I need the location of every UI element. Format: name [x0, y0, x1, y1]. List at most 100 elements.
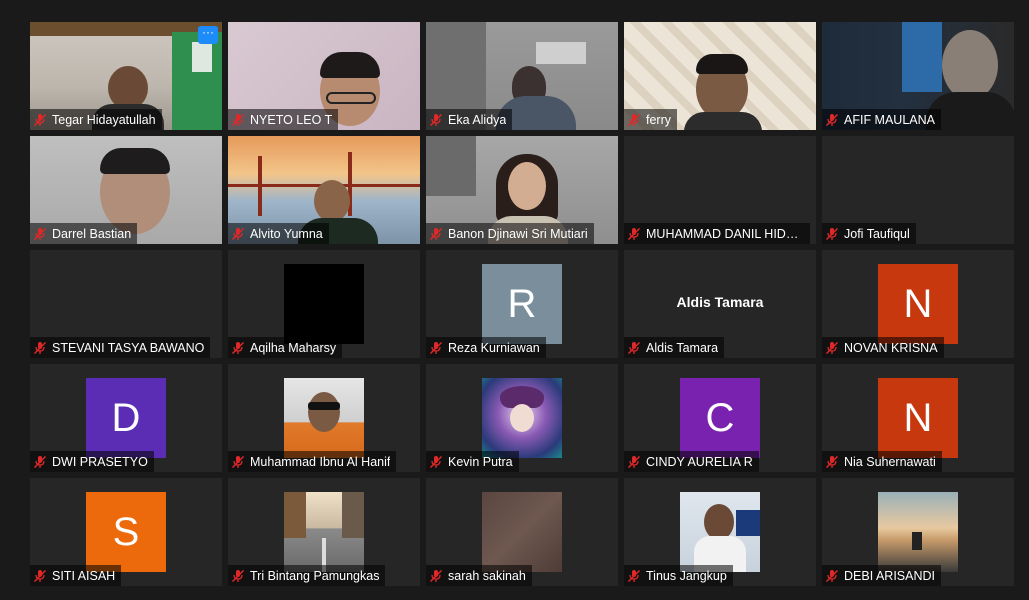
participant-tile[interactable]: Tinus Jangkup — [624, 478, 816, 586]
avatar-letter: N — [903, 281, 933, 326]
muted-mic-icon — [627, 455, 641, 468]
participant-name-bar: Eka Alidya — [426, 109, 513, 130]
participant-tile[interactable]: Aqilha Maharsy — [228, 250, 420, 358]
participant-tile[interactable]: Alvito Yumna — [228, 136, 420, 244]
participant-tile[interactable]: Tri Bintang Pamungkas — [228, 478, 420, 586]
muted-mic-icon — [231, 455, 245, 468]
participant-name-bar: MUHAMMAD DANIL HIDAY... — [624, 223, 810, 244]
participant-name-bar: sarah sakinah — [426, 565, 532, 586]
profile-picture — [284, 378, 364, 458]
participant-tile[interactable]: AFIF MAULANA — [822, 22, 1014, 130]
participant-name-bar: NYETO LEO T — [228, 109, 339, 130]
participant-name: NYETO LEO T — [250, 112, 333, 127]
avatar-letter: C — [705, 395, 735, 440]
participant-name-bar: ferry — [624, 109, 677, 130]
participant-name-bar: Tinus Jangkup — [624, 565, 733, 586]
participant-tile[interactable]: C CINDY AURELIA R — [624, 364, 816, 472]
participant-tile[interactable]: S SITI AISAH — [30, 478, 222, 586]
participant-name: DEBI ARISANDI — [844, 568, 935, 583]
muted-mic-icon — [429, 227, 443, 240]
participant-name: Nia Suhernawati — [844, 454, 936, 469]
participant-name: Eka Alidya — [448, 112, 507, 127]
muted-mic-icon — [231, 569, 245, 582]
participant-tile[interactable]: N NOVAN KRISNA — [822, 250, 1014, 358]
profile-picture — [284, 492, 364, 572]
muted-mic-icon — [231, 113, 245, 126]
muted-mic-icon — [627, 227, 641, 240]
ellipsis-icon: ··· — [202, 25, 214, 39]
participant-name-bar: Jofi Taufiqul — [822, 223, 916, 244]
participant-tile[interactable]: Aldis Tamara Aldis Tamara — [624, 250, 816, 358]
muted-mic-icon — [33, 113, 47, 126]
participant-name: Aqilha Maharsy — [250, 340, 337, 355]
participant-tile[interactable]: DEBI ARISANDI — [822, 478, 1014, 586]
participant-name: Aldis Tamara — [646, 340, 719, 355]
participant-tile[interactable]: Muhammad Ibnu Al Hanif — [228, 364, 420, 472]
participant-tile[interactable]: MUHAMMAD DANIL HIDAY... — [624, 136, 816, 244]
participant-name-bar: STEVANI TASYA BAWANO — [30, 337, 211, 358]
profile-picture — [482, 492, 562, 572]
avatar-letter: N — [903, 395, 933, 440]
muted-mic-icon — [825, 569, 839, 582]
participant-tile[interactable]: Eka Alidya — [426, 22, 618, 130]
participant-name: MUHAMMAD DANIL HIDAY... — [646, 226, 804, 241]
initial-avatar: D — [86, 378, 166, 458]
participant-name: Banon Djinawi Sri Mutiari — [448, 226, 588, 241]
participant-tile[interactable]: Banon Djinawi Sri Mutiari — [426, 136, 618, 244]
participant-name: Alvito Yumna — [250, 226, 323, 241]
more-options-button[interactable]: ··· — [198, 26, 218, 44]
participant-name-bar: NOVAN KRISNA — [822, 337, 944, 358]
muted-mic-icon — [627, 113, 641, 126]
participant-name: CINDY AURELIA R — [646, 454, 753, 469]
participant-tile[interactable]: STEVANI TASYA BAWANO — [30, 250, 222, 358]
participant-name: Darrel Bastian — [52, 226, 132, 241]
participant-tile[interactable]: NYETO LEO T — [228, 22, 420, 130]
participant-name: Kevin Putra — [448, 454, 513, 469]
participant-tile[interactable]: R Reza Kurniawan — [426, 250, 618, 358]
participant-name: NOVAN KRISNA — [844, 340, 938, 355]
muted-mic-icon — [825, 227, 839, 240]
participant-name: Reza Kurniawan — [448, 340, 540, 355]
participant-tile[interactable]: Jofi Taufiqul — [822, 136, 1014, 244]
muted-mic-icon — [627, 341, 641, 354]
participant-name: AFIF MAULANA — [844, 112, 935, 127]
muted-mic-icon — [429, 341, 443, 354]
muted-mic-icon — [33, 455, 47, 468]
muted-mic-icon — [825, 341, 839, 354]
muted-mic-icon — [231, 227, 245, 240]
avatar-letter: R — [507, 281, 537, 326]
initial-avatar: S — [86, 492, 166, 572]
participant-name-bar: Tegar Hidayatullah — [30, 109, 162, 130]
gallery-grid: ··· Tegar Hidayatullah NYETO LEO T Eka A… — [30, 22, 1014, 586]
participant-name-bar: AFIF MAULANA — [822, 109, 941, 130]
muted-mic-icon — [429, 569, 443, 582]
participant-tile[interactable]: D DWI PRASETYO — [30, 364, 222, 472]
participant-name-bar: CINDY AURELIA R — [624, 451, 759, 472]
participant-display-name: Aldis Tamara — [676, 294, 764, 310]
muted-mic-icon — [627, 569, 641, 582]
avatar-letter: D — [111, 395, 141, 440]
participant-name: SITI AISAH — [52, 568, 116, 583]
initial-avatar: N — [878, 378, 958, 458]
participant-tile[interactable]: ··· Tegar Hidayatullah — [30, 22, 222, 130]
initial-avatar: R — [482, 264, 562, 344]
participant-tile[interactable]: N Nia Suhernawati — [822, 364, 1014, 472]
participant-name-bar: Alvito Yumna — [228, 223, 329, 244]
participant-name-bar: SITI AISAH — [30, 565, 122, 586]
profile-picture — [482, 378, 562, 458]
participant-name-bar: Reza Kurniawan — [426, 337, 546, 358]
participant-name: Tegar Hidayatullah — [52, 112, 156, 127]
profile-picture — [284, 264, 364, 344]
profile-picture — [680, 492, 760, 572]
participant-tile[interactable]: Darrel Bastian — [30, 136, 222, 244]
participant-tile[interactable]: ferry — [624, 22, 816, 130]
profile-picture — [878, 492, 958, 572]
initial-avatar: C — [680, 378, 760, 458]
muted-mic-icon — [33, 227, 47, 240]
muted-mic-icon — [33, 341, 47, 354]
muted-mic-icon — [825, 113, 839, 126]
participant-name: STEVANI TASYA BAWANO — [52, 340, 205, 355]
participant-tile[interactable]: sarah sakinah — [426, 478, 618, 586]
participant-name-bar: Banon Djinawi Sri Mutiari — [426, 223, 594, 244]
participant-tile[interactable]: Kevin Putra — [426, 364, 618, 472]
